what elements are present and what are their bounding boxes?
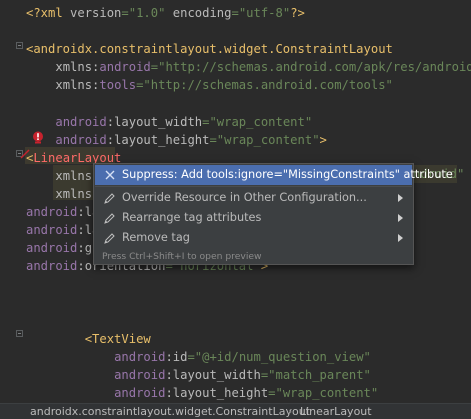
submenu-arrow-icon — [398, 194, 403, 202]
suppress-close-icon — [105, 170, 115, 180]
code-token: android — [26, 241, 78, 256]
code-line[interactable]: <TextView — [26, 330, 151, 348]
popup-item-label: Rearrange tag attributes — [122, 211, 262, 224]
code-token: android — [26, 223, 78, 238]
submenu-arrow-icon — [398, 234, 403, 242]
intention-bulb-icon[interactable] — [20, 149, 30, 159]
pencil-icon — [104, 193, 115, 204]
code-token: ="wrap_content" — [209, 132, 320, 147]
editor-gutter — [0, 0, 24, 404]
code-token: android — [26, 259, 78, 274]
code-token: android — [114, 386, 166, 401]
code-token: encoding — [172, 6, 232, 20]
breadcrumb: androidx.constraintlayout.widget.Constra… — [0, 403, 471, 419]
popup-item-suppress[interactable]: Suppress: Add tools:ignore="MissingConst… — [95, 165, 453, 185]
fold-marker-icon[interactable] — [16, 330, 23, 337]
code-line[interactable]: android:la — [26, 203, 99, 221]
popup-item-override-resource[interactable]: Override Resource in Other Configuration… — [95, 188, 412, 208]
popup-footer-hint: Press Ctrl+Shift+I to open preview — [102, 251, 262, 262]
code-token: <?xml — [26, 6, 71, 20]
code-token: android — [114, 368, 166, 382]
code-token: :layout_width — [106, 114, 203, 129]
code-token: ="utf-8" — [231, 6, 291, 20]
code-line[interactable]: xmlns:android="http://schemas.android.co… — [26, 58, 471, 76]
popup-item-remove-tag[interactable]: Remove tag — [95, 228, 412, 248]
code-token: :layout_height — [165, 386, 269, 401]
pencil-icon — [104, 233, 115, 244]
breadcrumb-separator: › — [288, 405, 293, 418]
popup-separator — [95, 186, 412, 187]
code-token: ="@+id/num_question_view" — [187, 349, 371, 364]
code-token: ="http://schemas.android.com/apk/res/and… — [150, 60, 471, 75]
code-token: ="http://schemas.android.com/tools" — [136, 78, 393, 93]
popup-item-rearrange[interactable]: Rearrange tag attributes — [95, 208, 412, 228]
submenu-arrow-icon — [398, 214, 403, 222]
code-line[interactable]: android:layout_height="wrap_content"> — [26, 131, 327, 149]
code-token: :layout_width — [165, 368, 261, 382]
code-line[interactable]: android:layout_height="wrap_content" — [26, 384, 378, 402]
code-token: xmlns: — [55, 78, 100, 93]
popup-item-label: Remove tag — [122, 231, 190, 244]
code-token: ="wrap_content" — [202, 114, 313, 129]
popup-item-label: Suppress: Add tools:ignore="MissingConst… — [122, 168, 453, 181]
code-token: android — [99, 60, 151, 75]
code-token: <androidx.constraintlayout.widget.Constr… — [26, 42, 393, 57]
code-token: > — [319, 132, 327, 147]
code-token: android — [55, 114, 107, 129]
code-token: ?> — [290, 6, 305, 20]
pencil-icon — [104, 213, 115, 224]
breadcrumb-item-linearlayout[interactable]: LinearLayout — [300, 404, 372, 419]
code-token: ="wrap_content" — [268, 386, 379, 401]
code-token: xmlns: — [55, 60, 100, 75]
code-token: tools — [99, 78, 137, 93]
code-token: android — [26, 205, 78, 220]
code-token: <TextView — [84, 331, 151, 346]
code-token: :id — [165, 349, 188, 364]
code-token: :layout_height — [106, 132, 210, 147]
breadcrumb-item-constraintlayout[interactable]: androidx.constraintlayout.widget.Constra… — [30, 404, 310, 419]
code-token: version — [70, 6, 122, 20]
code-line[interactable]: android:layout_width="match_parent" — [26, 366, 371, 384]
code-line[interactable]: android:layout_width="wrap_content" — [26, 113, 312, 131]
code-token: android — [114, 349, 166, 364]
code-token: android — [55, 132, 107, 147]
fold-marker-icon[interactable] — [16, 42, 23, 49]
code-line[interactable]: android:gr — [26, 239, 99, 257]
code-token: ="match_parent" — [260, 368, 371, 382]
popup-item-label: Override Resource in Other Configuration… — [122, 191, 367, 204]
code-line[interactable]: xmlns:tools="http://schemas.android.com/… — [26, 76, 393, 94]
code-line[interactable]: <?xml version="1.0" encoding="utf-8"?> — [26, 4, 305, 22]
code-line[interactable]: android:la — [26, 221, 99, 239]
error-icon[interactable] — [32, 131, 44, 144]
intention-actions-popup: Suppress: Add tools:ignore="MissingConst… — [93, 163, 453, 265]
code-line[interactable]: <androidx.constraintlayout.widget.Constr… — [26, 40, 393, 58]
code-line[interactable]: android:id="@+id/num_question_view" — [26, 348, 371, 366]
code-token: ="1.0" — [121, 6, 173, 20]
